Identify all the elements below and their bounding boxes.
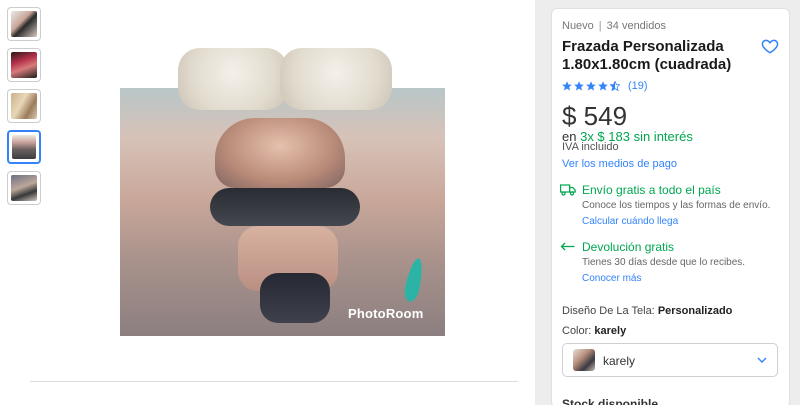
stock-heading: Stock disponible xyxy=(562,397,659,405)
truck-icon xyxy=(560,184,576,196)
print-figure-dark xyxy=(210,188,360,226)
watermark-text: PhotoRoom xyxy=(348,306,424,321)
color-variant-select[interactable]: karely xyxy=(562,343,778,377)
thumbnail-image xyxy=(11,175,37,201)
chevron-down-icon xyxy=(757,357,767,363)
star-half-icon xyxy=(610,81,620,91)
thumbnail-2[interactable] xyxy=(7,48,41,82)
pillow-right xyxy=(280,48,392,110)
condition-label: Nuevo xyxy=(562,20,594,32)
tax-note: IVA incluido xyxy=(562,141,619,153)
color-attribute: Color: karely xyxy=(562,325,626,337)
shipping-description: Conoce los tiempos y las formas de envío… xyxy=(582,200,771,211)
fabric-design-label: Diseño De La Tela: xyxy=(562,305,655,317)
star-full-icon xyxy=(574,81,584,91)
thumbnail-image xyxy=(11,52,37,78)
learn-more-link[interactable]: Conocer más xyxy=(582,273,641,284)
return-arrow-icon xyxy=(560,242,575,251)
return-description: Tienes 30 días desde que lo recibes. xyxy=(582,257,746,268)
thumbnail-3[interactable] xyxy=(7,89,41,123)
color-value: karely xyxy=(594,325,627,337)
star-full-icon xyxy=(586,81,596,91)
print-figure-upper xyxy=(215,118,345,188)
sold-count: 34 vendidos xyxy=(606,20,666,32)
fabric-design-value: Personalizado xyxy=(657,305,733,317)
rating-stars[interactable]: (19) xyxy=(562,79,648,93)
review-count-link[interactable]: (19) xyxy=(628,80,648,92)
buy-box: Nuevo | 34 vendidos Frazada Personalizada … xyxy=(551,8,790,405)
print-figure-lower xyxy=(260,273,330,323)
variant-selected-label: karely xyxy=(603,354,636,368)
star-full-icon xyxy=(562,81,572,91)
free-return-title: Devolución gratis xyxy=(582,240,675,254)
pillow-left xyxy=(178,48,288,110)
product-meta: Nuevo | 34 vendidos xyxy=(562,20,666,32)
main-product-image[interactable]: PhotoRoom xyxy=(120,48,445,336)
section-divider xyxy=(30,381,518,382)
thumbnail-4-selected[interactable] xyxy=(7,130,41,164)
thumbnail-1[interactable] xyxy=(7,7,41,41)
variant-thumbnail xyxy=(573,349,595,371)
thumbnail-image xyxy=(11,93,37,119)
thumbnail-5[interactable] xyxy=(7,171,41,205)
star-full-icon xyxy=(598,81,608,91)
free-shipping-title: Envío gratis a todo el país xyxy=(582,183,721,197)
gallery-panel: PhotoRoom xyxy=(0,0,535,405)
meta-separator: | xyxy=(598,20,602,32)
thumbnail-image xyxy=(12,135,36,159)
product-title: Frazada Personalizada 1.80x1.80cm (cuadr… xyxy=(562,38,732,73)
calculate-delivery-link[interactable]: Calcular cuándo llega xyxy=(582,216,678,227)
price: $ 549 xyxy=(562,101,628,131)
fabric-design-attribute: Diseño De La Tela: Personalizado xyxy=(562,305,732,317)
payment-methods-link[interactable]: Ver los medios de pago xyxy=(562,158,677,170)
color-label: Color: xyxy=(562,325,592,337)
thumbnail-list xyxy=(7,7,41,212)
favorite-heart-icon[interactable] xyxy=(761,37,779,55)
thumbnail-image xyxy=(11,11,37,37)
